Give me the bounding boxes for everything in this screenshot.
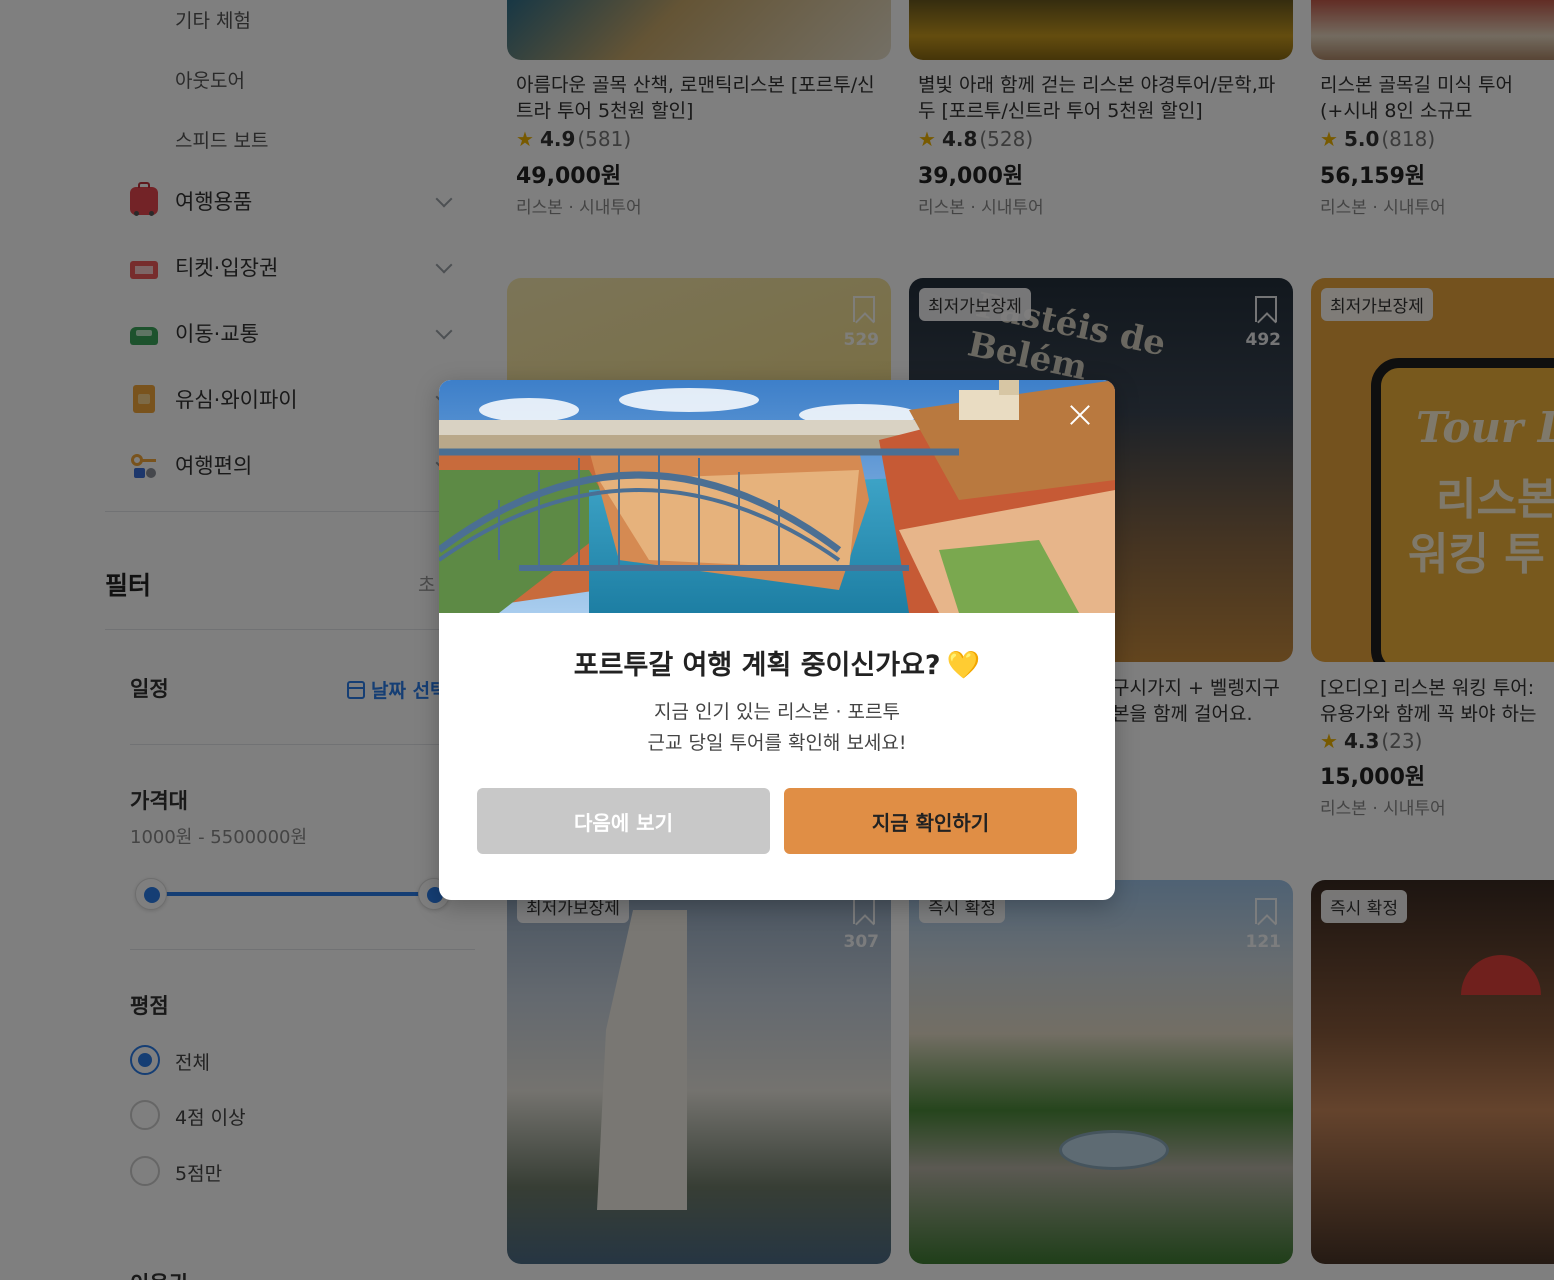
check-now-button[interactable]: 지금 확인하기 [784,788,1077,854]
yellow-heart-icon: 💛 [946,650,981,681]
modal-body-line: 근교 당일 투어를 확인해 보세요! [647,732,907,754]
modal-title: 포르투갈 여행 계획 중이신가요? 💛 [439,643,1115,682]
porto-hero-image [439,380,1115,613]
modal-body: 지금 인기 있는 리스본 · 포르투 근교 당일 투어를 확인해 보세요! [439,697,1115,759]
later-button[interactable]: 다음에 보기 [477,788,770,854]
modal-body-line: 지금 인기 있는 리스본 · 포르투 [654,701,900,723]
promo-modal: 포르투갈 여행 계획 중이신가요? 💛 지금 인기 있는 리스본 · 포르투 근교… [439,380,1115,900]
close-button[interactable] [1065,400,1095,430]
modal-title-text: 포르투갈 여행 계획 중이신가요? [573,650,941,681]
